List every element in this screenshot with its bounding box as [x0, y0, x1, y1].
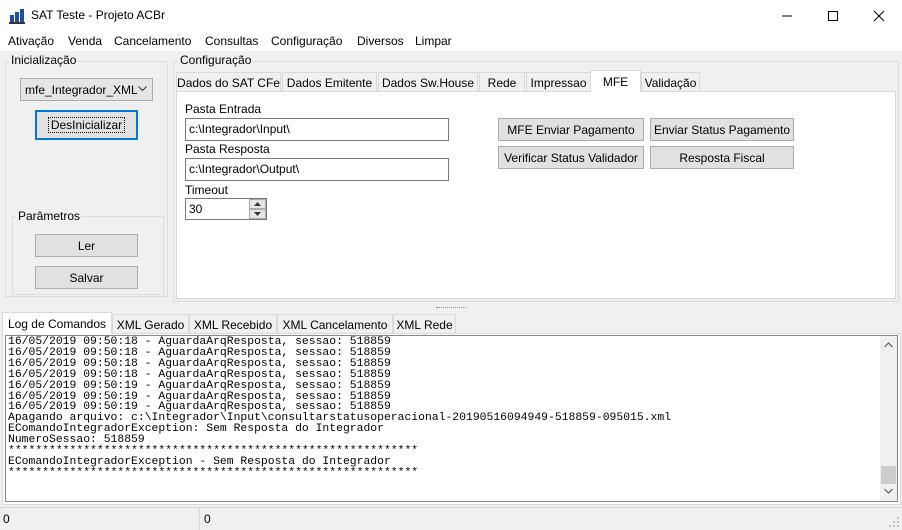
ler-button[interactable]: Ler: [35, 234, 138, 257]
minimize-button[interactable]: [764, 0, 810, 31]
maximize-button[interactable]: [810, 0, 856, 31]
deinit-button-label: DesInicializar: [47, 117, 126, 133]
log-scrollbar[interactable]: [880, 336, 897, 501]
timeout-value: 30: [189, 202, 203, 216]
close-button[interactable]: [856, 0, 902, 31]
salvar-button[interactable]: Salvar: [35, 266, 138, 289]
title-bar: SAT Teste - Projeto ACBr: [0, 0, 902, 31]
mfe-enviar-pagamento-button[interactable]: MFE Enviar Pagamento: [498, 118, 644, 141]
chevron-down-icon: [138, 86, 147, 92]
integrator-select[interactable]: mfe_Integrador_XML: [20, 78, 153, 101]
tab-xml-cancelamento[interactable]: XML Cancelamento: [277, 314, 393, 334]
arrow-up-icon: [254, 202, 261, 206]
timeout-down-button[interactable]: [249, 209, 266, 219]
window-title: SAT Teste - Projeto ACBr: [31, 8, 166, 22]
resposta-fiscal-button[interactable]: Resposta Fiscal: [650, 146, 794, 169]
config-group-label: Configuração: [178, 53, 254, 67]
scroll-up-icon[interactable]: [884, 342, 893, 348]
pasta-entrada-input[interactable]: c:\Integrador\Input\: [185, 118, 449, 141]
resize-grip-icon[interactable]: [888, 516, 900, 528]
menu-limpar[interactable]: Limpar: [415, 34, 452, 48]
integrator-select-value: mfe_Integrador_XML: [25, 82, 138, 97]
menu-diversos[interactable]: Diversos: [357, 34, 404, 48]
log-textarea[interactable]: 16/05/2019 09:50:18 - AguardaArqResposta…: [5, 335, 898, 502]
menu-configuracao[interactable]: Configuração: [271, 34, 342, 48]
tab-rede[interactable]: Rede: [479, 72, 525, 92]
tab-log-comandos[interactable]: Log de Comandos: [2, 312, 112, 334]
status-bar: 0 0: [0, 507, 902, 530]
log-scroll-thumb[interactable]: [881, 466, 896, 484]
timeout-up-button[interactable]: [249, 199, 266, 209]
init-group-label: Inicialização: [9, 53, 79, 67]
menu-venda[interactable]: Venda: [68, 34, 102, 48]
tab-xml-rede[interactable]: XML Rede: [393, 314, 456, 334]
params-group-label: Parâmetros: [16, 209, 83, 223]
sat-app-icon: [9, 9, 25, 24]
minimize-icon: [782, 15, 792, 16]
tab-mfe[interactable]: MFE: [590, 70, 641, 92]
close-icon: [873, 10, 885, 21]
timeout-label: Timeout: [185, 183, 228, 197]
tab-xml-recebido[interactable]: XML Recebido: [189, 314, 277, 334]
tab-xml-gerado[interactable]: XML Gerado: [112, 314, 189, 334]
menu-cancelamento[interactable]: Cancelamento: [114, 34, 191, 48]
maximize-icon: [828, 10, 838, 21]
verificar-status-validador-button[interactable]: Verificar Status Validador: [498, 146, 644, 169]
status-panel-1: 0: [0, 508, 200, 530]
tab-impressao[interactable]: Impressao: [526, 72, 591, 92]
log-text: 16/05/2019 09:50:18 - AguardaArqResposta…: [8, 336, 672, 479]
menu-bar: Ativação Venda Cancelamento Consultas Co…: [0, 31, 902, 51]
menu-consultas[interactable]: Consultas: [205, 34, 258, 48]
enviar-status-pagamento-button[interactable]: Enviar Status Pagamento: [650, 118, 794, 141]
arrow-down-icon: [254, 212, 261, 216]
menu-ativacao[interactable]: Ativação: [8, 34, 54, 48]
status-panel-2: 0: [204, 512, 211, 526]
pasta-resposta-input[interactable]: c:\Integrador\Output\: [185, 158, 449, 181]
tab-validacao[interactable]: Validação: [641, 72, 700, 92]
splitter-handle[interactable]: [0, 304, 902, 312]
splitter-grip-icon: [436, 307, 466, 309]
pasta-resposta-label: Pasta Resposta: [185, 142, 270, 156]
deinit-button[interactable]: DesInicializar: [35, 110, 138, 140]
tab-dados-sat-cfe[interactable]: Dados do SAT CFe: [176, 72, 281, 92]
pasta-entrada-label: Pasta Entrada: [185, 102, 262, 116]
tab-dados-emitente[interactable]: Dados Emitente: [282, 72, 377, 92]
tab-dados-swhouse[interactable]: Dados Sw.House: [378, 72, 478, 92]
scroll-down-icon[interactable]: [884, 488, 893, 494]
